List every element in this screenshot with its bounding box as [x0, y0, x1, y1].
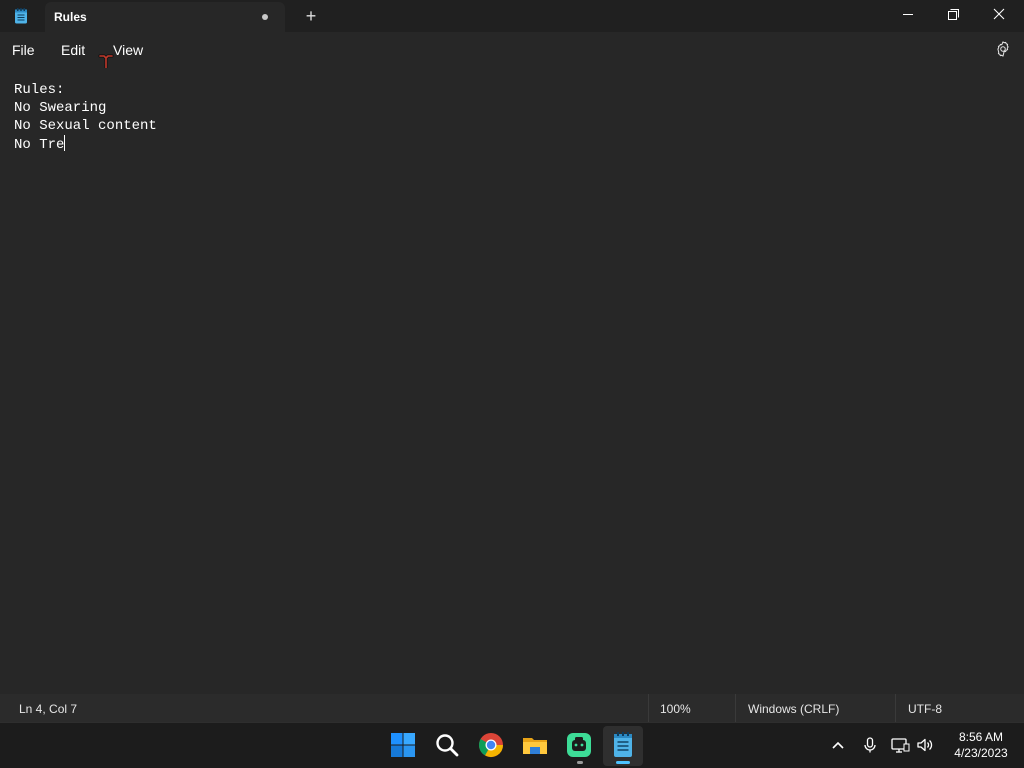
microphone-icon[interactable]	[860, 735, 880, 755]
menu-edit[interactable]: Edit	[61, 42, 85, 58]
text-line: No Sexual content	[14, 118, 157, 134]
status-divider	[735, 694, 736, 722]
text-editor[interactable]: Rules: No Swearing No Sexual content No …	[0, 68, 1024, 694]
menu-bar: File Edit View	[0, 32, 1024, 68]
chrome-icon[interactable]	[477, 731, 505, 759]
app-icon[interactable]	[565, 731, 593, 759]
text-line-current: No Tre	[14, 135, 157, 153]
volume-icon[interactable]	[915, 735, 935, 755]
zoom-level: 100%	[660, 702, 691, 716]
text-caret	[64, 135, 66, 151]
cursor-position: Ln 4, Col 7	[19, 702, 78, 716]
restore-button[interactable]	[931, 0, 977, 32]
running-indicator	[577, 761, 583, 764]
text-line: Rules:	[14, 82, 65, 98]
title-bar: Rules +	[0, 0, 1024, 32]
editor-text[interactable]: Rules: No Swearing No Sexual content No …	[14, 81, 157, 153]
encoding: UTF-8	[908, 702, 942, 716]
close-button[interactable]	[977, 0, 1023, 32]
unsaved-indicator-icon[interactable]	[262, 14, 268, 20]
new-tab-button[interactable]: +	[300, 4, 322, 28]
clock-time: 8:56 AM	[958, 730, 1004, 744]
chevron-up-icon[interactable]	[828, 735, 848, 755]
start-icon[interactable]	[389, 731, 417, 759]
status-divider	[648, 694, 649, 722]
tab-title: Rules	[54, 10, 87, 24]
network-icon[interactable]	[890, 735, 910, 755]
status-divider	[895, 694, 896, 722]
minimize-button[interactable]	[885, 0, 931, 32]
system-clock[interactable]: 8:56 AM 4/23/2023	[946, 729, 1016, 761]
search-icon[interactable]	[433, 731, 461, 759]
tab-rules[interactable]: Rules	[45, 2, 285, 32]
text-line: No Swearing	[14, 100, 107, 116]
status-bar: Ln 4, Col 7 100% Windows (CRLF) UTF-8	[0, 694, 1024, 722]
menu-view[interactable]: View	[113, 42, 143, 58]
taskbar: 8:56 AM 4/23/2023	[0, 722, 1024, 768]
settings-gear-icon[interactable]	[994, 40, 1012, 58]
line-ending: Windows (CRLF)	[748, 702, 840, 716]
active-indicator	[616, 761, 630, 764]
current-line-text: No Tre	[14, 137, 65, 153]
notepad-taskbar-icon[interactable]	[609, 731, 637, 759]
clock-date: 4/23/2023	[954, 746, 1008, 760]
notepad-icon	[15, 8, 27, 24]
menu-file[interactable]: File	[12, 42, 35, 58]
file-explorer-icon[interactable]	[521, 731, 549, 759]
